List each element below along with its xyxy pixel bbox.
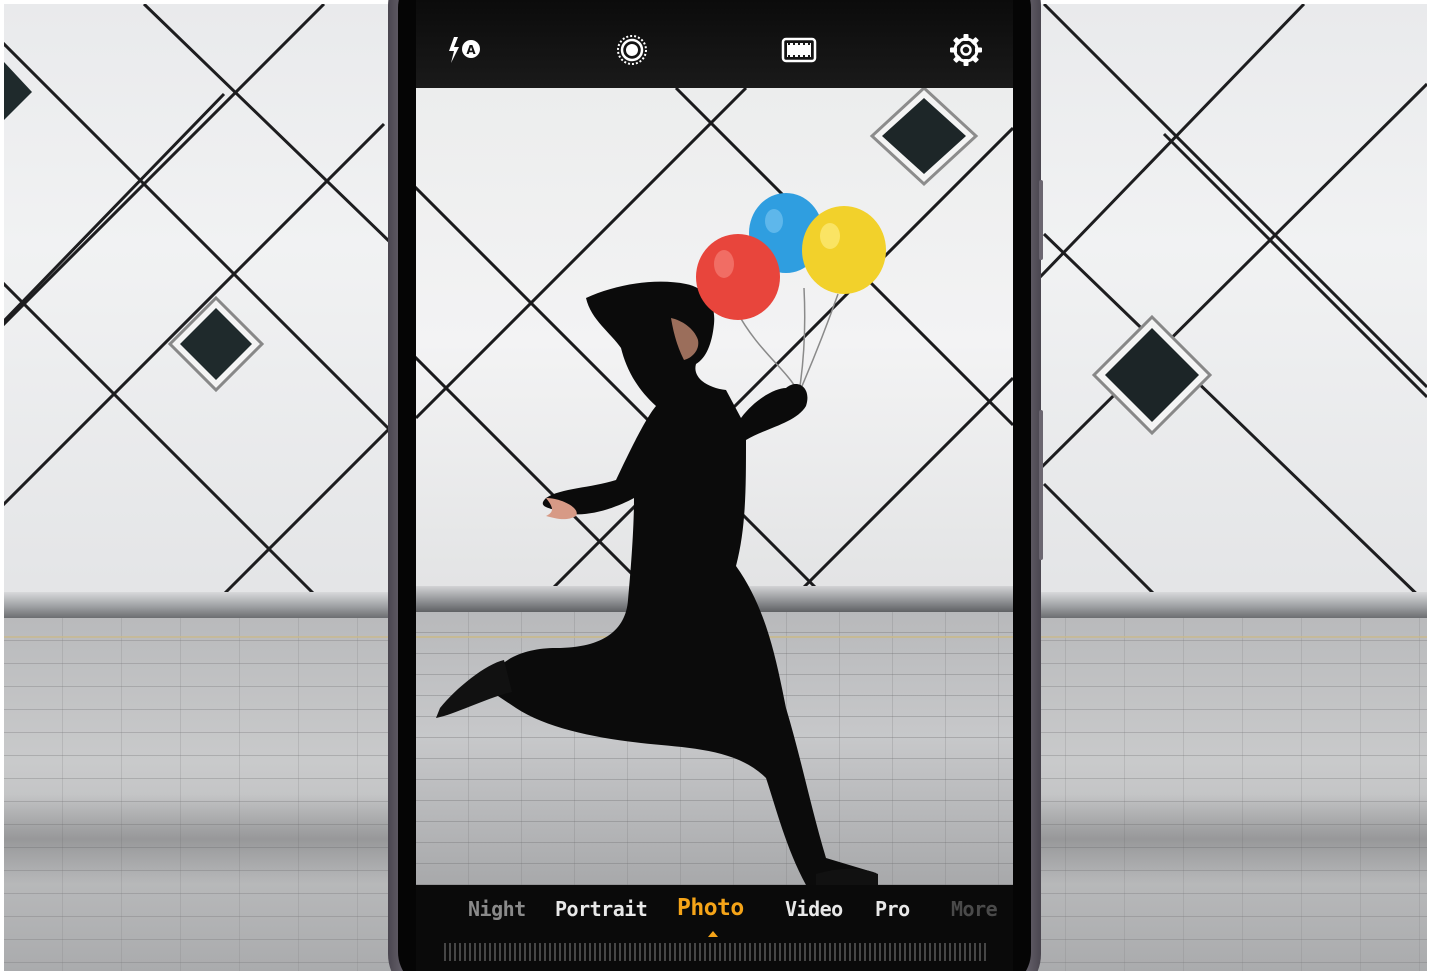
mode-video[interactable]: Video [785, 897, 843, 921]
camera-viewfinder[interactable] [416, 88, 1013, 885]
balloon-red [696, 234, 780, 320]
aspect-ratio-icon[interactable] [777, 28, 821, 72]
background-window-right [1091, 314, 1213, 436]
power-button [1039, 410, 1043, 560]
balloon-red-highlight [714, 250, 734, 278]
person-shoe-back [436, 660, 512, 718]
mode-pro[interactable]: Pro [875, 897, 910, 921]
balloon-blue-highlight [765, 209, 783, 233]
background-window-left [167, 295, 265, 393]
balloon-yellow [802, 206, 886, 294]
mode-photo[interactable]: Photo [677, 895, 744, 921]
background-window-edge [4, 62, 32, 120]
mode-selector: Night Portrait Photo Video Pro More [416, 895, 1013, 927]
mode-more[interactable]: More [951, 897, 998, 921]
camera-mode-bar: Night Portrait Photo Video Pro More [416, 885, 1013, 971]
flash-auto-icon[interactable]: A [444, 28, 488, 72]
live-photo-icon[interactable] [610, 28, 654, 72]
person-silhouette [486, 281, 876, 885]
running-person-figure [436, 193, 886, 885]
settings-icon[interactable] [944, 28, 988, 72]
camera-screen: A Night Portrait Photo Video Pro More [416, 0, 1013, 971]
volume-button [1039, 180, 1043, 260]
mode-portrait[interactable]: Portrait [555, 897, 648, 921]
camera-top-bar: A [416, 0, 1013, 88]
balloon-yellow-highlight [820, 223, 840, 249]
zoom-ruler[interactable] [444, 943, 989, 961]
camera-promo-scene: A Night Portrait Photo Video Pro More [0, 0, 1443, 971]
selected-mode-indicator [708, 931, 718, 937]
mode-night[interactable]: Night [468, 897, 526, 921]
flash-auto-label: A [466, 43, 476, 57]
